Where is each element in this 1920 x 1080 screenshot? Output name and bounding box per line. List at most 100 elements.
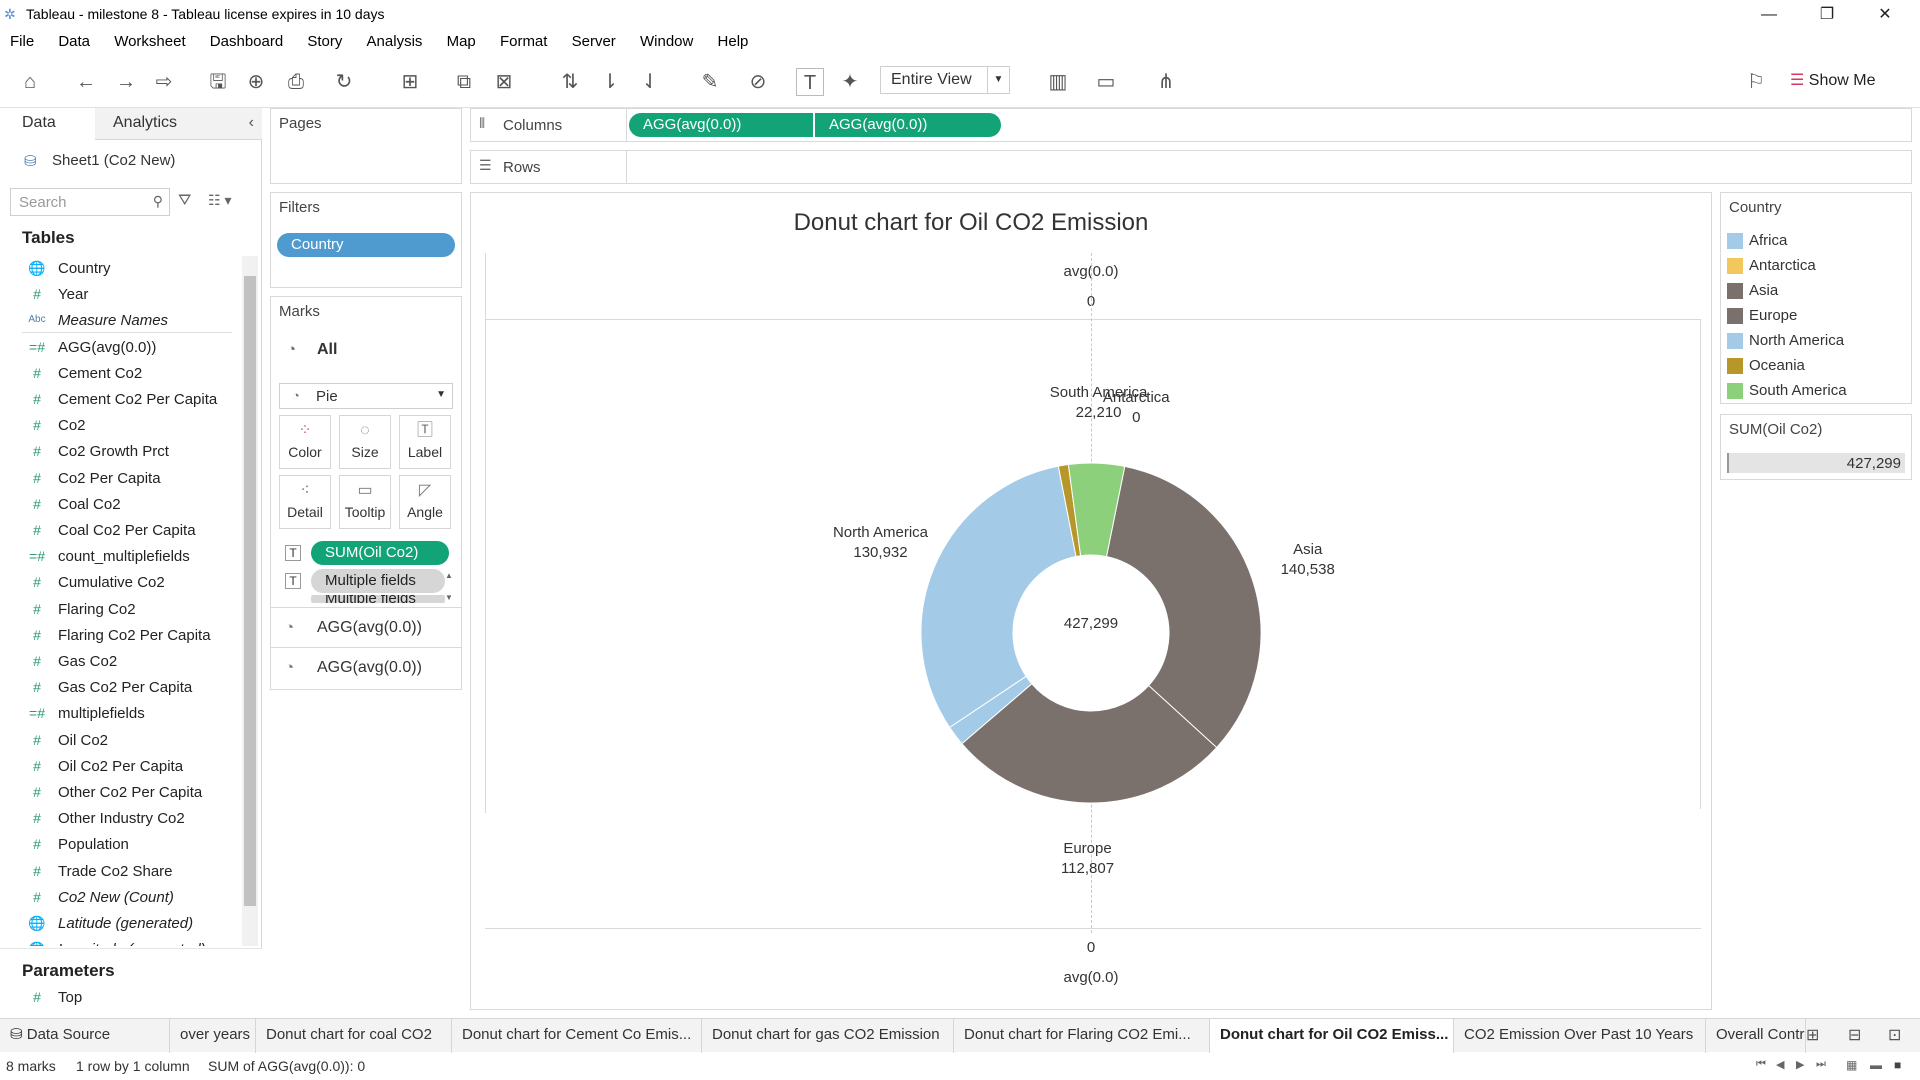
detail-button[interactable]: ⁖ Detail [279, 475, 331, 529]
field-row[interactable]: 🌐 Longitude (generated) [0, 937, 240, 946]
rows-shelf[interactable]: ☰ Rows [470, 150, 1912, 184]
tab-nav-last-icon[interactable]: ⏭ [1816, 1058, 1826, 1071]
save-icon[interactable]: 🖫 [204, 68, 232, 96]
angle-button[interactable]: ◸ Angle [399, 475, 451, 529]
home-icon[interactable]: ⌂ [16, 68, 44, 96]
field-row[interactable]: # Other Co2 Per Capita [0, 780, 240, 806]
sheet-tab[interactable]: Overall Contr [1706, 1019, 1806, 1053]
marks-all-label[interactable]: All [317, 341, 337, 359]
sort-ascending-icon[interactable]: ⇂ [596, 68, 624, 96]
pause-updates-icon[interactable]: ⎙ [282, 68, 310, 96]
show-cards-icon[interactable]: ▥ [1044, 68, 1072, 96]
column-pill-1[interactable]: AGG(avg(0.0)) [629, 113, 813, 137]
tab-nav-first-icon[interactable]: ⏮ [1756, 1058, 1766, 1071]
replay-icon[interactable]: ⇨ [150, 68, 178, 96]
field-row[interactable]: # Gas Co2 [0, 649, 240, 675]
field-row[interactable]: # Coal Co2 Per Capita [0, 518, 240, 544]
menu-window[interactable]: Window [630, 30, 703, 50]
new-worksheet-icon[interactable]: ⊞ [396, 68, 424, 96]
field-row[interactable]: 🌐 Latitude (generated) [0, 911, 240, 937]
field-row[interactable]: # Year [0, 282, 240, 308]
size-button[interactable]: ◌ Size [339, 415, 391, 469]
mark-type-dropdown[interactable]: ◔ Pie ▼ [279, 383, 453, 409]
marks-sub-1[interactable]: AGG(avg(0.0)) [317, 619, 422, 637]
menu-file[interactable]: File [0, 30, 44, 50]
menu-server[interactable]: Server [562, 30, 626, 50]
field-row[interactable]: # Co2 Per Capita [0, 466, 240, 492]
scroll-down-icon[interactable]: ▼ [445, 593, 453, 602]
menu-story[interactable]: Story [297, 30, 352, 50]
column-pill-2[interactable]: AGG(avg(0.0)) [815, 113, 1001, 137]
field-row[interactable]: =# AGG(avg(0.0)) [0, 335, 240, 361]
color-button[interactable]: ⁘ Color [279, 415, 331, 469]
field-row[interactable]: # Oil Co2 [0, 728, 240, 754]
columns-shelf[interactable]: ⦀ Columns AGG(avg(0.0)) AGG(avg(0.0)) [470, 108, 1912, 142]
field-row[interactable]: =# multiplefields [0, 701, 240, 727]
menu-worksheet[interactable]: Worksheet [104, 30, 195, 50]
tab-nav-prev-icon[interactable]: ◀ [1776, 1058, 1784, 1071]
menu-help[interactable]: Help [708, 30, 759, 50]
menu-analysis[interactable]: Analysis [357, 30, 433, 50]
parameter-top[interactable]: # Top [0, 985, 240, 1011]
sheet-tab[interactable]: Donut chart for Flaring CO2 Emi... [954, 1019, 1210, 1053]
field-row[interactable]: # Co2 [0, 413, 240, 439]
collapse-pane-icon[interactable]: ‹ [249, 114, 254, 132]
format-painter-icon[interactable]: ⚐ [1742, 68, 1770, 96]
redo-icon[interactable]: → [112, 68, 140, 96]
close-button[interactable]: ✕ [1862, 2, 1908, 28]
menu-dashboard[interactable]: Dashboard [200, 30, 293, 50]
field-row[interactable]: =# count_multiplefields [0, 544, 240, 570]
pages-shelf[interactable]: Pages [270, 108, 462, 184]
sheet-tab[interactable]: Donut chart for Cement Co Emis... [452, 1019, 702, 1053]
group-icon[interactable]: ⊘ [744, 68, 772, 96]
sort-descending-icon[interactable]: ⇃ [636, 68, 664, 96]
new-dashboard-tab-icon[interactable]: ⊟ [1848, 1025, 1861, 1045]
share-icon[interactable]: ⋔ [1152, 68, 1180, 96]
sheet-tab[interactable]: Donut chart for gas CO2 Emission [702, 1019, 954, 1053]
field-row[interactable]: # Cement Co2 [0, 361, 240, 387]
filters-shelf[interactable]: Filters Country [270, 192, 462, 288]
menu-format[interactable]: Format [490, 30, 558, 50]
tooltip-button[interactable]: ▭ Tooltip [339, 475, 391, 529]
highlight-icon[interactable]: ✎ [696, 68, 724, 96]
new-datasource-icon[interactable]: ⊕ [242, 68, 270, 96]
donut-chart[interactable] [901, 443, 1281, 823]
undo-icon[interactable]: ← [72, 68, 100, 96]
restore-button[interactable]: ❐ [1804, 2, 1850, 28]
sheet-tab[interactable]: Donut chart for Oil CO2 Emiss... [1210, 1019, 1454, 1053]
field-row[interactable]: # Population [0, 832, 240, 858]
field-row[interactable]: # Flaring Co2 Per Capita [0, 623, 240, 649]
duplicate-icon[interactable]: ⧉ [450, 68, 478, 96]
field-row[interactable]: # Co2 New (Count) [0, 885, 240, 911]
data-source-tab[interactable]: ⛁ Data Source [0, 1019, 170, 1053]
marks-sub-2[interactable]: AGG(avg(0.0)) [317, 659, 422, 677]
show-labels-icon[interactable]: T [796, 68, 824, 96]
minimize-button[interactable]: — [1746, 2, 1792, 28]
show-me-button[interactable]: ☰ Show Me [1790, 70, 1876, 90]
field-list-scrollbar[interactable] [242, 256, 258, 946]
scrollbar-thumb[interactable] [244, 276, 256, 906]
label-button[interactable]: 🅃 Label [399, 415, 451, 469]
field-row[interactable]: # Coal Co2 [0, 492, 240, 518]
marks-pill-multiple-fields-2[interactable]: Multiple fields [311, 595, 445, 603]
clear-sheet-icon[interactable]: ⊠ [490, 68, 518, 96]
new-story-tab-icon[interactable]: ⊡ [1888, 1025, 1901, 1045]
field-row[interactable]: # Cement Co2 Per Capita [0, 387, 240, 413]
tabs-view-icon[interactable]: ■ [1894, 1058, 1901, 1072]
menu-data[interactable]: Data [48, 30, 100, 50]
field-row[interactable]: Abc Measure Names [0, 308, 240, 334]
fix-axes-icon[interactable]: ✦ [836, 68, 864, 96]
field-row[interactable]: # Flaring Co2 [0, 597, 240, 623]
presentation-mode-icon[interactable]: ▭ [1092, 68, 1120, 96]
new-worksheet-tab-icon[interactable]: ⊞ [1806, 1025, 1819, 1045]
refresh-icon[interactable]: ↻ [330, 68, 358, 96]
field-row[interactable]: # Other Industry Co2 [0, 806, 240, 832]
menu-map[interactable]: Map [437, 30, 486, 50]
tab-nav-next-icon[interactable]: ▶ [1796, 1058, 1804, 1071]
marks-pill-multiple-fields[interactable]: Multiple fields [311, 569, 445, 593]
swap-icon[interactable]: ⇅ [556, 68, 584, 96]
field-row[interactable]: # Co2 Growth Prct [0, 439, 240, 465]
field-row[interactable]: 🌐 Country [0, 256, 240, 282]
grid-view-icon[interactable]: ▦ [1846, 1058, 1857, 1072]
sheet-tab[interactable]: over years [170, 1019, 256, 1053]
